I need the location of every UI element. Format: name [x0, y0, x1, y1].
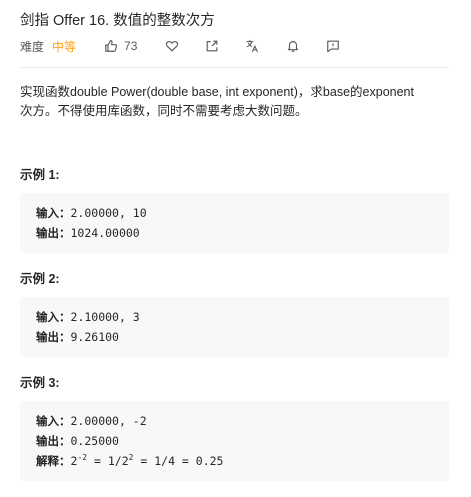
output-value: 0.25000	[70, 434, 119, 448]
thumbs-up-icon	[104, 39, 118, 53]
notify-button[interactable]	[286, 39, 300, 53]
problem-meta-row: 难度 中等 73	[20, 36, 340, 56]
explain-result: = 1/4 = 0.25	[133, 454, 224, 468]
example-explanation-line: 解释：2-2 = 1/22 = 1/4 = 0.25	[36, 451, 433, 471]
header-divider	[20, 67, 449, 68]
problem-description: 实现函数double Power(double base, int expone…	[20, 83, 450, 121]
difficulty-badge: 中等	[52, 39, 77, 54]
example-input-line: 输入：2.00000, 10	[36, 203, 433, 223]
like-count: 73	[124, 39, 138, 53]
heart-icon	[165, 39, 179, 53]
translate-button[interactable]	[245, 39, 260, 53]
example-1-label: 示例 1:	[20, 168, 60, 182]
output-key: 输出：	[36, 330, 71, 344]
problem-title: 剑指 Offer 16. 数值的整数次方	[20, 13, 215, 29]
example-2-code-block: 输入：2.10000, 3 输出：9.26100	[20, 297, 449, 357]
input-key: 输入：	[36, 206, 71, 220]
difficulty-label: 难度	[20, 39, 45, 54]
input-value: 2.10000, 3	[70, 310, 140, 324]
explain-exponent: -2	[77, 453, 88, 463]
example-2-label: 示例 2:	[20, 272, 60, 286]
example-3-code-block: 输入：2.00000, -2 输出：0.25000 解释：2-2 = 1/22 …	[20, 401, 449, 481]
bell-icon	[286, 39, 300, 53]
share-icon	[205, 39, 219, 53]
example-1-code-block: 输入：2.00000, 10 输出：1024.00000	[20, 193, 449, 253]
explain-key: 解释：	[36, 454, 71, 468]
output-key: 输出：	[36, 434, 71, 448]
feedback-icon	[326, 39, 340, 53]
example-output-line: 输出：9.26100	[36, 327, 433, 347]
input-key: 输入：	[36, 414, 71, 428]
example-input-line: 输入：2.00000, -2	[36, 411, 433, 431]
input-value: 2.00000, 10	[70, 206, 147, 220]
input-value: 2.00000, -2	[70, 414, 147, 428]
share-button[interactable]	[205, 39, 219, 53]
description-line: 次方。不得使用库函数，同时不需要考虑大数问题。	[20, 104, 308, 118]
output-value: 1024.00000	[70, 226, 140, 240]
input-key: 输入：	[36, 310, 71, 324]
feedback-button[interactable]	[326, 39, 340, 53]
explain-middle: = 1/2	[87, 454, 129, 468]
output-key: 输出：	[36, 226, 71, 240]
output-value: 9.26100	[70, 330, 119, 344]
example-input-line: 输入：2.10000, 3	[36, 307, 433, 327]
example-output-line: 输出：1024.00000	[36, 223, 433, 243]
translate-icon	[245, 39, 260, 53]
like-button[interactable]: 73	[104, 39, 137, 53]
example-output-line: 输出：0.25000	[36, 431, 433, 451]
example-3-label: 示例 3:	[20, 376, 60, 390]
description-line: 实现函数double Power(double base, int expone…	[20, 85, 414, 99]
favorite-button[interactable]	[165, 39, 179, 53]
